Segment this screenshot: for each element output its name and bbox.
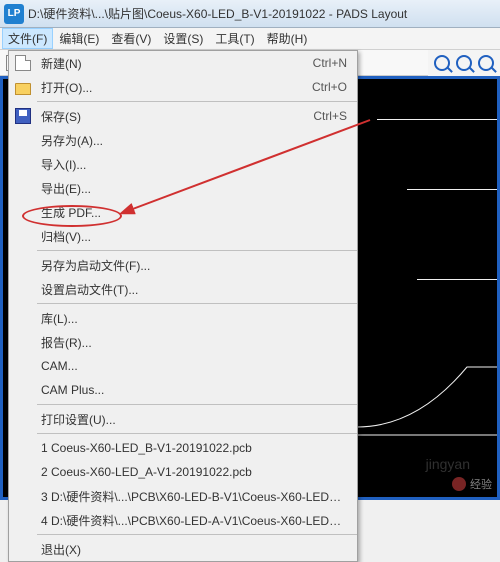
menu-item-icon-slot [9,55,37,71]
menu-item[interactable]: 2 Coeus-X60-LED_A-V1-20191022.pcb [9,460,357,484]
menu-separator [37,250,357,251]
menu-item-label: 打开(O)... [37,79,312,96]
menu-item-label: 另存为(A)... [37,132,347,149]
watermark-text: 经验 [470,476,492,492]
menu-item[interactable]: 3 D:\硬件资料\...\PCB\X60-LED-B-V1\Coeus-X60… [9,484,357,508]
menu-item[interactable]: 导出(E)... [9,176,357,200]
menu-item[interactable]: 保存(S)Ctrl+S [9,104,357,128]
menu-separator [37,404,357,405]
menu-item[interactable]: 4 D:\硬件资料\...\PCB\X60-LED-A-V1\Coeus-X60… [9,508,357,532]
menu-item-label: 3 D:\硬件资料\...\PCB\X60-LED-B-V1\Coeus-X60… [37,488,347,505]
menu-item[interactable]: 打开(O)...Ctrl+O [9,75,357,99]
save-icon [15,108,31,124]
menu-item-shortcut: Ctrl+S [313,109,347,123]
menu-item[interactable]: 生成 PDF... [9,200,357,224]
window-title: D:\硬件资料\...\贴片图\Coeus-X60-LED_B-V1-20191… [28,5,407,22]
menu-item-icon-slot [9,108,37,124]
menubar-item[interactable]: 查看(V) [105,28,157,49]
menu-item-label: 设置启动文件(T)... [37,281,347,298]
pcb-curve [357,327,497,437]
new-icon [15,55,31,71]
menubar-item[interactable]: 编辑(E) [53,28,105,49]
title-bar: LP D:\硬件资料\...\贴片图\Coeus-X60-LED_B-V1-20… [0,0,500,28]
menu-item[interactable]: 设置启动文件(T)... [9,277,357,301]
menu-item-label: 打印设置(U)... [37,411,347,428]
menu-item[interactable]: 导入(I)... [9,152,357,176]
menu-item[interactable]: 归档(V)... [9,224,357,248]
menu-item[interactable]: CAM... [9,354,357,378]
magnifier-icon [434,55,450,71]
menu-item-label: 另存为启动文件(F)... [37,257,347,274]
menu-item-shortcut: Ctrl+O [312,80,347,94]
menu-item-label: 库(L)... [37,310,347,327]
menu-item[interactable]: 报告(R)... [9,330,357,354]
zoom-button-1[interactable] [432,53,452,73]
menubar-item[interactable]: 设置(S) [157,28,209,49]
menu-item-icon-slot [9,80,37,95]
menu-bar: 文件(F)编辑(E)查看(V)设置(S)工具(T)帮助(H) [0,28,500,50]
menu-item[interactable]: 另存为(A)... [9,128,357,152]
menu-item-label: 4 D:\硬件资料\...\PCB\X60-LED-A-V1\Coeus-X60… [37,512,347,529]
menu-item-label: CAM Plus... [37,383,347,397]
app-icon: LP [4,4,24,24]
open-icon [15,83,31,95]
menu-item[interactable]: 新建(N)Ctrl+N [9,51,357,75]
menu-item[interactable]: 1 Coeus-X60-LED_B-V1-20191022.pcb [9,436,357,460]
menu-item[interactable]: CAM Plus... [9,378,357,402]
menu-item[interactable]: 另存为启动文件(F)... [9,253,357,277]
menu-item[interactable]: 打印设置(U)... [9,407,357,431]
zoom-button-2[interactable] [454,53,474,73]
watermark-faint: jingyan [426,456,470,472]
zoom-button-3[interactable] [476,53,496,73]
menu-item-label: 生成 PDF... [37,204,347,221]
toolbar-right [428,50,500,76]
menu-item-label: 2 Coeus-X60-LED_A-V1-20191022.pcb [37,465,347,479]
menu-separator [37,433,357,434]
menu-item-label: 保存(S) [37,108,313,125]
magnifier-icon [478,55,494,71]
watermark-logo-icon [452,477,466,491]
menu-item-label: 导入(I)... [37,156,347,173]
menu-item-label: 归档(V)... [37,228,347,245]
watermark: 经验 [452,476,492,492]
menu-item-label: 新建(N) [37,55,313,72]
menubar-item[interactable]: 文件(F) [2,28,53,49]
menu-item[interactable]: 库(L)... [9,306,357,330]
menu-separator [37,534,357,535]
menu-separator [37,303,357,304]
menu-separator [37,101,357,102]
menu-item-label: 1 Coeus-X60-LED_B-V1-20191022.pcb [37,441,347,455]
magnifier-icon [456,55,472,71]
file-menu-dropdown: 新建(N)Ctrl+N打开(O)...Ctrl+O保存(S)Ctrl+S另存为(… [8,50,358,562]
menu-item-label: CAM... [37,359,347,373]
menu-item-label: 导出(E)... [37,180,347,197]
menu-item-shortcut: Ctrl+N [313,56,347,70]
menu-item[interactable]: 退出(X) [9,537,357,561]
menu-item-label: 报告(R)... [37,334,347,351]
menubar-item[interactable]: 帮助(H) [261,28,314,49]
menubar-item[interactable]: 工具(T) [209,28,260,49]
menu-item-label: 退出(X) [37,541,347,558]
